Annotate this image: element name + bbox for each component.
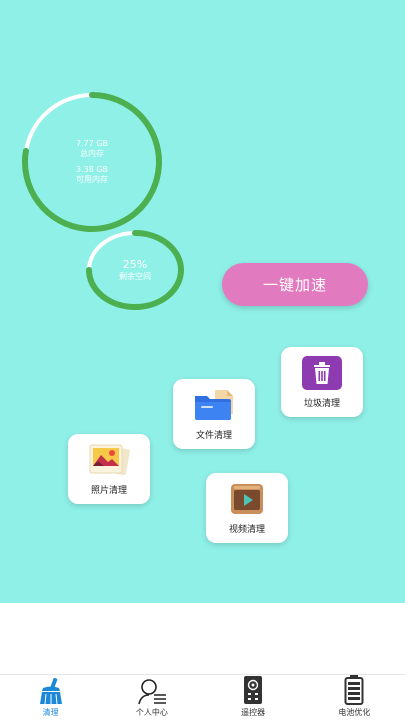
bottom-navigation: 清理 个人中心 遥控器 电池优化	[0, 674, 405, 721]
nav-item-battery[interactable]: 电池优化	[304, 675, 405, 721]
nav-label-remote: 遥控器	[241, 708, 266, 717]
remote-control-icon	[243, 675, 263, 705]
nav-item-profile[interactable]: 个人中心	[101, 675, 202, 721]
memory-ring: 7.77 GB 总内存 3.38 GB 可用内存	[16, 86, 168, 238]
storage-label: 剩余空间	[119, 271, 151, 281]
nav-item-remote[interactable]: 遥控器	[203, 675, 304, 721]
nav-label-profile: 个人中心	[135, 708, 168, 717]
trash-cleanup-label: 垃圾清理	[303, 399, 340, 409]
photo-icon	[86, 443, 132, 481]
nav-label-battery: 电池优化	[338, 708, 371, 717]
storage-percent: 25%	[122, 258, 148, 272]
main-panel: 7.77 GB 总内存 3.38 GB 可用内存 25% 剩余空间 一键加速 垃…	[0, 0, 405, 603]
memory-total-label: 总内存	[80, 149, 104, 158]
nav-item-clean[interactable]: 清理	[0, 675, 101, 721]
memory-total-value: 7.77 GB	[75, 139, 109, 148]
photo-cleanup-card[interactable]: 照片清理	[68, 434, 150, 504]
video-icon	[229, 482, 265, 520]
user-list-icon	[137, 675, 167, 705]
video-cleanup-card[interactable]: 视频清理	[206, 473, 288, 543]
video-cleanup-label: 视频清理	[228, 525, 265, 535]
photo-cleanup-label: 照片清理	[90, 486, 127, 496]
trash-icon	[302, 356, 342, 394]
nav-label-clean: 清理	[42, 708, 59, 717]
folder-icon	[193, 388, 235, 426]
memory-free-value: 3.38 GB	[75, 165, 109, 174]
file-cleanup-card[interactable]: 文件清理	[173, 379, 255, 449]
battery-icon	[344, 675, 364, 705]
file-cleanup-label: 文件清理	[195, 431, 232, 441]
memory-free-label: 可用内存	[76, 175, 108, 184]
trash-cleanup-card[interactable]: 垃圾清理	[281, 347, 363, 417]
one-click-boost-button[interactable]: 一键加速	[222, 263, 368, 306]
broom-icon	[37, 675, 65, 705]
storage-ring: 25% 剩余空间	[84, 228, 186, 312]
